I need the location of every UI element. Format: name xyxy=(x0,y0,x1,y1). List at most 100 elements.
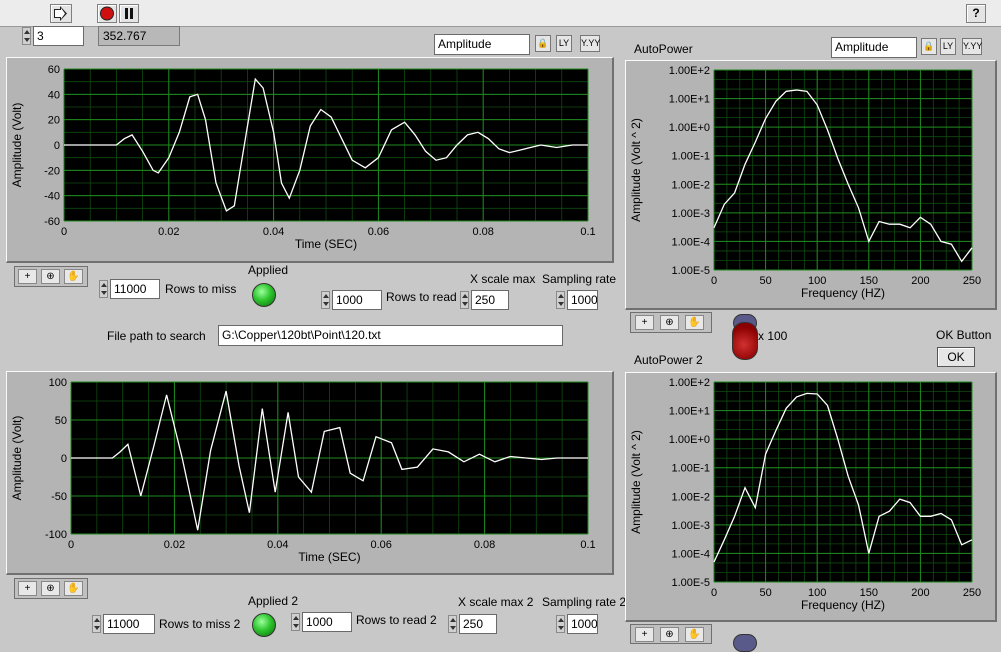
y-tick-label: -50 xyxy=(51,491,67,503)
rows-to-miss-spinner[interactable] xyxy=(99,280,108,298)
lock-button-1[interactable]: 🔒 xyxy=(535,35,551,52)
time-graph-2: 0 0.02 0.04 0.06 0.08 0.1 100 50 0 -50 -100 Time (S… xyxy=(6,371,614,575)
pan-tool-icon[interactable]: ✋ xyxy=(64,581,83,596)
pause-button[interactable] xyxy=(119,4,139,23)
rows-to-read-2-control[interactable]: 1000 xyxy=(291,612,353,632)
amplitude-selector-2[interactable]: Amplitude xyxy=(831,37,917,58)
cursor-tool-icon[interactable]: + xyxy=(18,269,37,284)
y-tick-label: 1.00E-5 xyxy=(671,265,710,277)
x-tick-label: 0.02 xyxy=(158,226,179,238)
xscale-max-2-input[interactable]: 250 xyxy=(459,614,497,634)
sampling-rate-input[interactable]: 1000 xyxy=(567,290,598,310)
xscale-max-2-spinner[interactable] xyxy=(448,615,457,633)
y-tick-label: 40 xyxy=(48,89,60,101)
stop-icon xyxy=(100,6,114,21)
xscale-max-input[interactable]: 250 xyxy=(471,290,509,310)
y-axis-label: Amplitude (Volt) xyxy=(10,416,24,501)
sampling-rate-spinner[interactable] xyxy=(556,291,565,309)
y-tick-label: 50 xyxy=(55,415,67,427)
help-button[interactable]: ? xyxy=(966,4,986,23)
x-tick-label: 200 xyxy=(911,587,929,599)
amplitude-selector-1[interactable]: Amplitude xyxy=(434,34,530,55)
sampling-rate-2-control[interactable]: 1000 xyxy=(556,614,598,634)
applied-label: Applied xyxy=(248,263,289,277)
xscale-max-2-control[interactable]: 250 xyxy=(448,614,498,634)
x-tick-label: 0 xyxy=(711,587,717,599)
pan-tool-icon[interactable]: ✋ xyxy=(685,627,704,642)
x-tick-label: 0 xyxy=(68,539,74,551)
y-tick-label: 1.00E+2 xyxy=(669,377,710,389)
rows-to-miss-input[interactable]: 11000 xyxy=(110,279,160,299)
zoom-tool-icon[interactable]: ⊕ xyxy=(660,315,679,330)
x-tick-label: 50 xyxy=(759,275,771,287)
y-format-button-1[interactable]: Y.YY xyxy=(580,35,600,52)
pause-icon xyxy=(125,8,133,19)
rows-to-miss-2-input[interactable]: 11000 xyxy=(103,614,155,634)
y-tick-label: 1.00E+1 xyxy=(669,406,710,418)
rows-to-read-control[interactable]: 1000 xyxy=(321,290,383,310)
file-path-input[interactable]: G:\Copper\120bt\Point\120.txt xyxy=(218,325,563,346)
autopower-graph-1: 0 50 100 150 200 250 1.00E+2 1.00E+1 1.00E+0 1.00… xyxy=(625,60,997,310)
x-tick-label: 0.06 xyxy=(368,226,389,238)
xscale-max-spinner[interactable] xyxy=(460,291,469,309)
rows-to-read-input[interactable]: 1000 xyxy=(332,290,382,310)
sampling-rate-2-input[interactable]: 1000 xyxy=(567,614,598,634)
y-tick-label: 1.00E-3 xyxy=(671,208,710,220)
sampling-rate-control[interactable]: 1000 xyxy=(556,290,598,310)
autopower-graph-2-plot[interactable]: 0 50 100 150 200 2501.00E+21.00E+11.00E+01.00… xyxy=(626,373,994,619)
index-control[interactable]: 3 xyxy=(22,26,84,46)
x-tick-label: 0.1 xyxy=(580,539,595,551)
rows-to-miss-label: Rows to miss xyxy=(165,282,237,296)
readout-indicator: 352.767 xyxy=(98,26,180,46)
rows-to-miss-2-spinner[interactable] xyxy=(92,615,101,633)
stop-button[interactable] xyxy=(97,4,117,23)
index-spinner[interactable] xyxy=(22,27,31,45)
y-scale-button-2[interactable]: LY xyxy=(940,38,956,55)
rows-to-miss-control[interactable]: 11000 xyxy=(99,279,161,299)
toolbar: ? xyxy=(0,0,1001,27)
autopower-2-title: AutoPower 2 xyxy=(634,353,703,367)
autopower-graph-1-plot[interactable]: 0 50 100 150 200 2501.00E+21.00E+11.00E+01.00… xyxy=(626,61,994,307)
x-tick-label: 0.06 xyxy=(370,539,391,551)
rows-to-read-spinner[interactable] xyxy=(321,291,330,309)
y-format-button-2[interactable]: Y.YY xyxy=(962,38,982,55)
x-tick-label: 250 xyxy=(963,275,981,287)
rows-to-read-2-label: Rows to read 2 xyxy=(356,613,437,627)
y-tick-label: 1.00E-1 xyxy=(671,151,710,163)
y-tick-label: 1.00E-4 xyxy=(671,236,710,248)
y-tick-label: 1.00E-4 xyxy=(671,548,710,560)
zoom-tool-icon[interactable]: ⊕ xyxy=(41,581,60,596)
rows-to-miss-2-control[interactable]: 11000 xyxy=(92,614,156,634)
y-tick-label: 0 xyxy=(61,453,67,465)
cursor-tool-icon[interactable]: + xyxy=(635,627,654,642)
pan-tool-icon[interactable]: ✋ xyxy=(685,315,704,330)
scale-toggle[interactable] xyxy=(732,322,758,360)
sampling-rate-2-spinner[interactable] xyxy=(556,615,565,633)
x-tick-label: 250 xyxy=(963,587,981,599)
x-tick-label: 0.02 xyxy=(164,539,185,551)
rows-to-read-2-input[interactable]: 1000 xyxy=(302,612,352,632)
ok-button[interactable]: OK xyxy=(937,347,975,367)
rows-to-read-2-spinner[interactable] xyxy=(291,613,300,631)
zoom-tool-icon[interactable]: ⊕ xyxy=(660,627,679,642)
y-scale-button-1[interactable]: LY xyxy=(556,35,572,52)
y-tick-label: 1.00E+1 xyxy=(669,94,710,106)
index-input[interactable]: 3 xyxy=(33,26,84,46)
sampling-rate-2-label: Sampling rate 2 xyxy=(542,595,627,609)
time-graph-2-plot[interactable]: 0 0.02 0.04 0.06 0.08 0.1 100 50 0 -50 -100 Time (S… xyxy=(7,372,611,572)
run-button[interactable] xyxy=(50,4,72,23)
xscale-max-control[interactable]: 250 xyxy=(460,290,510,310)
time-graph-1-plot[interactable]: 0 0.02 0.04 0.06 0.08 0.1 60 40 20 0 -20 -40 -60 Time… xyxy=(7,58,611,260)
cursor-tool-icon[interactable]: + xyxy=(18,581,37,596)
run-arrow-icon xyxy=(54,6,67,21)
cursor-tool-icon[interactable]: + xyxy=(635,315,654,330)
x-tick-label: 0.08 xyxy=(474,539,495,551)
help-icon: ? xyxy=(972,6,980,20)
y-tick-label: 1.00E-1 xyxy=(671,463,710,475)
pan-tool-icon[interactable]: ✋ xyxy=(64,269,83,284)
y-tick-label: 60 xyxy=(48,64,60,76)
lock-button-2[interactable]: 🔒 xyxy=(921,38,937,55)
y-tick-label: 20 xyxy=(48,115,60,127)
zoom-tool-icon[interactable]: ⊕ xyxy=(41,269,60,284)
y-tick-label: -100 xyxy=(45,529,67,541)
